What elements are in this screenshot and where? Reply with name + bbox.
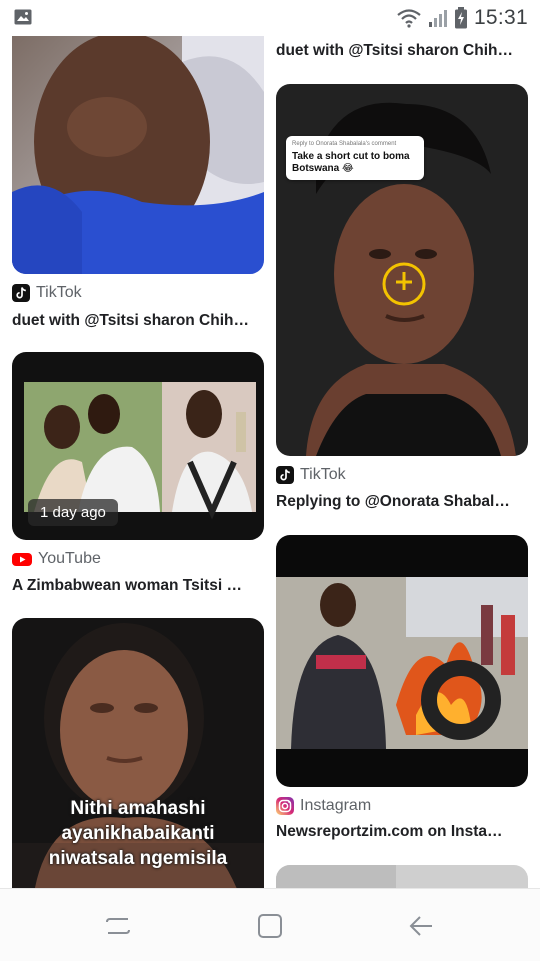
tiktok-icon	[276, 466, 294, 484]
result-thumbnail[interactable]	[276, 535, 528, 787]
result-caption[interactable]: duet with @Tsitsi sharon Chih…	[12, 312, 264, 330]
home-icon[interactable]	[250, 911, 290, 941]
result-caption[interactable]: Newsreportzim.com on Insta…	[276, 823, 528, 841]
result-thumbnail[interactable]: 1 day ago	[12, 352, 264, 540]
source-label: TikTok	[300, 466, 346, 483]
thumbnail-image	[12, 36, 264, 274]
battery-charging-icon	[454, 7, 467, 29]
result-caption[interactable]: Replying to @Onorata Shabal…	[276, 493, 528, 511]
comment-reply-bubble: Reply to Onorata Shabalala's comment Tak…	[286, 136, 424, 180]
overlay-line: ayanikhabaikanti	[61, 823, 215, 844]
wifi-icon	[397, 9, 421, 28]
time-badge: 1 day ago	[28, 499, 118, 526]
image-results-feed[interactable]: TikTok duet with @Tsitsi sharon Chih… 1 …	[0, 36, 540, 888]
source-row[interactable]: TikTok	[12, 284, 82, 302]
status-right: 15:31	[396, 6, 528, 30]
instagram-icon	[276, 797, 294, 815]
source-label: TikTok	[36, 284, 82, 301]
recent-apps-icon[interactable]	[98, 911, 138, 941]
video-overlay-text: Nithi amahashi ayanikhabaikanti niwatsal…	[12, 796, 264, 871]
system-navigation-bar	[0, 888, 540, 961]
gallery-notification-icon	[14, 9, 32, 25]
source-label: Instagram	[300, 797, 372, 814]
source-row[interactable]: YouTube	[12, 550, 101, 568]
comment-meta: Reply to Onorata Shabalala's comment	[292, 141, 397, 147]
overlay-line: niwatsala ngemisila	[48, 848, 228, 869]
clock: 15:31	[473, 6, 528, 29]
result-thumbnail[interactable]: Reply to Onorata Shabalala's comment Tak…	[276, 84, 528, 456]
source-label: YouTube	[38, 550, 101, 567]
comment-text: Take a short cut to boma Botswana 😂	[292, 151, 410, 174]
signal-icon	[428, 10, 447, 27]
source-row[interactable]: TikTok	[276, 466, 346, 484]
back-icon[interactable]	[402, 911, 442, 941]
source-row[interactable]: Instagram	[276, 797, 371, 815]
result-thumbnail[interactable]	[276, 865, 528, 888]
thumbnail-image	[276, 535, 528, 787]
thumbnail-image	[276, 865, 528, 888]
result-thumbnail[interactable]: Nithi amahashi ayanikhabaikanti niwatsal…	[12, 618, 264, 888]
tiktok-icon	[12, 284, 30, 302]
result-thumbnail[interactable]	[12, 36, 264, 274]
status-bar: 15:31	[0, 0, 540, 36]
youtube-icon	[12, 553, 32, 566]
result-caption[interactable]: A Zimbabwean woman Tsitsi …	[12, 577, 264, 595]
overlay-line: Nithi amahashi	[70, 798, 206, 819]
result-caption[interactable]: duet with @Tsitsi sharon Chih…	[276, 42, 528, 60]
